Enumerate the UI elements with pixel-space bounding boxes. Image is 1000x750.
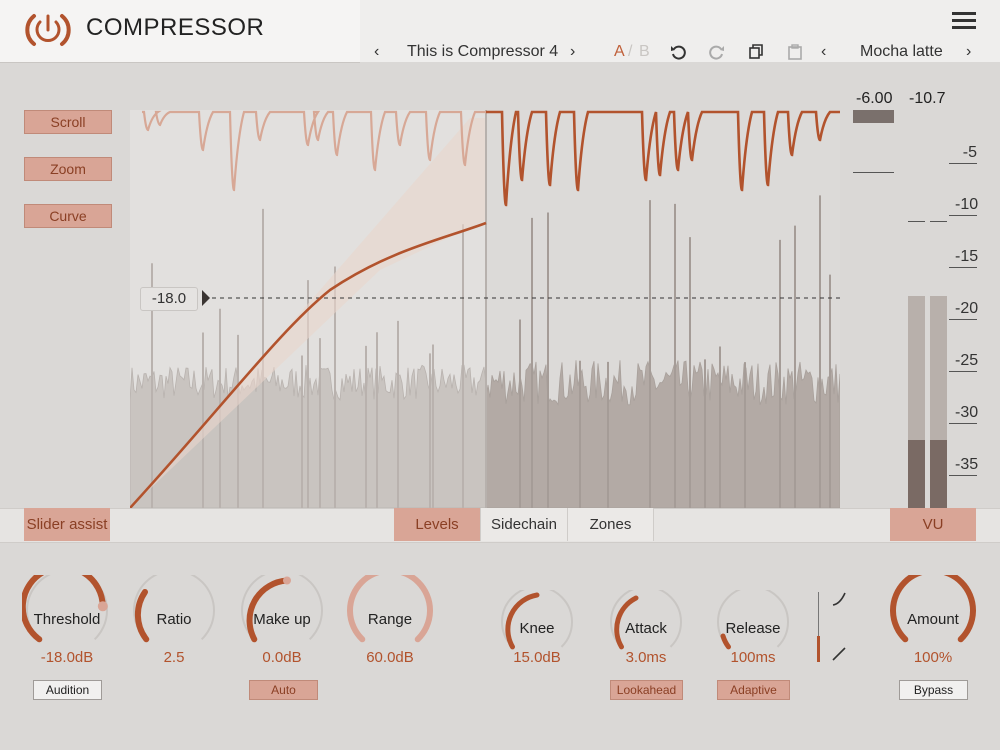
makeup-knob[interactable] [237,575,327,645]
meter-scale-label: -5 [962,144,977,161]
makeup-label: Make up [253,611,311,628]
attack-label: Attack [625,620,667,637]
release-value[interactable]: 100ms [698,649,808,666]
redo-icon[interactable] [709,44,725,60]
amount-label: Amount [907,611,959,628]
power-logo-icon [25,14,71,46]
meter-scale-tick [949,475,977,476]
gr-meter-peak [853,172,894,173]
adaptive-button[interactable]: Adaptive [717,680,790,700]
meter-scale-label: -10 [955,196,979,213]
attack-value[interactable]: 3.0ms [591,649,701,666]
meter-scale-tick [949,163,977,164]
undo-icon[interactable] [670,44,686,60]
auto-button[interactable]: Auto [249,680,318,700]
preset-name[interactable]: This is Compressor 4 [407,43,558,61]
amount-knob[interactable] [888,575,978,645]
threshold-marker-label[interactable]: -18.0 [140,287,198,311]
meter-scale-label: -20 [955,300,979,317]
meter-scale-tick [949,267,977,268]
vu-peak-left [908,221,925,222]
scroll-button[interactable]: Scroll [24,110,112,134]
audition-button[interactable]: Audition [33,680,102,700]
knee-value[interactable]: 15.0dB [482,649,592,666]
makeup-value[interactable]: 0.0dB [227,649,337,666]
paste-icon[interactable] [787,44,803,60]
curve-shape-log-icon[interactable] [832,592,846,606]
curve-button[interactable]: Curve [24,204,112,228]
tab-zones[interactable]: Zones [567,508,654,541]
meter-readout-right: -10.7 [909,90,946,107]
skin-name[interactable]: Mocha latte [860,43,943,61]
hamburger-menu-icon[interactable] [952,12,978,32]
ab-b-button[interactable]: B [639,43,650,61]
app-title: COMPRESSOR [86,14,265,41]
skin-prev-chevron-icon[interactable]: ‹ [821,43,826,61]
ratio-value[interactable]: 2.5 [119,649,229,666]
knee-label: Knee [519,620,555,637]
mode-slider-fill[interactable] [817,636,820,662]
gain-reduction-meter [853,110,894,123]
threshold-handle-icon[interactable] [202,290,210,306]
ratio-knob[interactable] [129,575,219,645]
bypass-button[interactable]: Bypass [899,680,968,700]
meter-scale-tick [949,371,977,372]
ratio-label: Ratio [156,611,192,628]
ab-a-button[interactable]: A [614,43,625,61]
threshold-label: Threshold [33,611,101,628]
meter-scale-label: -30 [955,404,979,421]
meter-scale-label: -35 [955,456,979,473]
meter-readout-left: -6.00 [856,90,893,107]
curve-shape-linear-icon[interactable] [832,647,846,661]
preset-next-chevron-icon[interactable]: › [570,43,575,61]
release-label: Release [725,620,781,637]
ab-separator: / [628,43,633,60]
meter-scale-tick [949,319,977,320]
level-graph[interactable] [130,110,840,508]
meter-scale-tick [949,423,977,424]
threshold-knob[interactable] [22,575,112,645]
range-knob[interactable] [345,575,435,645]
range-label: Range [367,611,413,628]
waveform-recent [485,360,840,508]
skin-next-chevron-icon[interactable]: › [966,43,971,61]
zoom-button[interactable]: Zoom [24,157,112,181]
lookahead-button[interactable]: Lookahead [610,680,683,700]
preset-prev-chevron-icon[interactable]: ‹ [374,43,379,61]
meter-scale-label: -15 [955,248,979,265]
vu-button[interactable]: VU [890,508,976,541]
threshold-value[interactable]: -18.0dB [12,649,122,666]
vu-peak-right [930,221,947,222]
vu-meter-left [908,296,925,508]
meter-scale-tick [949,215,977,216]
tab-levels[interactable]: Levels [394,508,480,541]
range-value[interactable]: 60.0dB [335,649,445,666]
tab-sidechain[interactable]: Sidechain [480,508,568,541]
gain-reduction-recent [486,110,840,207]
meter-scale-label: -25 [955,352,979,369]
amount-value[interactable]: 100% [878,649,988,666]
copy-icon[interactable] [748,44,764,60]
vu-meter-right [930,296,947,508]
slider-assist-button[interactable]: Slider assist [24,508,110,541]
